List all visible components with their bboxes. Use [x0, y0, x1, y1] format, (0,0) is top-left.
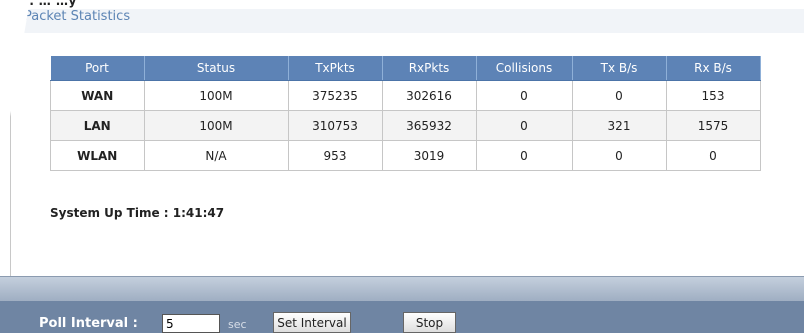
rxpkts-cell: 302616 [382, 80, 477, 111]
poll-interval-unit: sec [228, 318, 247, 331]
system-uptime: System Up Time : 1:41:47 [50, 206, 224, 220]
status-cell: 100M [144, 110, 289, 141]
rx-bps-cell: 0 [666, 140, 761, 171]
collisions-cell: 0 [476, 140, 573, 171]
status-cell: 100M [144, 80, 289, 111]
rxpkts-cell: 365932 [382, 110, 477, 141]
tx-bps-cell: 0 [572, 80, 667, 111]
port-cell: WAN [50, 80, 145, 111]
packet-statistics-page: …g… … …y Packet Statistics Port Status T… [0, 0, 804, 333]
column-header-txpkts: TxPkts [288, 56, 383, 81]
footer-separator-bar [0, 276, 804, 302]
status-cell: N/A [144, 140, 289, 171]
port-cell: LAN [50, 110, 145, 141]
rx-bps-cell: 1575 [666, 110, 761, 141]
tx-bps-cell: 0 [572, 140, 667, 171]
panel-title: Packet Statistics [24, 9, 131, 24]
column-header-rxpkts: RxPkts [382, 56, 477, 81]
tx-bps-cell: 321 [572, 110, 667, 141]
txpkts-cell: 310753 [288, 110, 383, 141]
table-row: LAN 100M 310753 365932 0 321 1575 [50, 110, 761, 141]
collisions-cell: 0 [476, 110, 573, 141]
system-uptime-value: 1:41:47 [172, 206, 225, 220]
top-caption-strip: …g… … …y [0, 0, 804, 9]
column-header-status: Status [144, 56, 289, 81]
poll-interval-input[interactable] [162, 314, 220, 333]
rxpkts-cell: 3019 [382, 140, 477, 171]
column-header-tx-bps: Tx B/s [572, 56, 667, 81]
stop-button[interactable]: Stop [403, 312, 456, 333]
table-row: WLAN N/A 953 3019 0 0 0 [50, 140, 761, 171]
column-header-rx-bps: Rx B/s [666, 56, 761, 81]
txpkts-cell: 375235 [288, 80, 383, 111]
set-interval-button[interactable]: Set Interval [273, 312, 351, 333]
column-header-collisions: Collisions [476, 56, 573, 81]
page-corner-fold [0, 0, 30, 175]
column-header-port: Port [50, 56, 145, 81]
statistics-table: Port Status TxPkts RxPkts Collisions Tx … [50, 56, 761, 171]
system-uptime-label: System Up Time : [50, 206, 169, 220]
port-cell: WLAN [50, 140, 145, 171]
poll-interval-label: Poll Interval : [39, 316, 138, 331]
rx-bps-cell: 153 [666, 80, 761, 111]
txpkts-cell: 953 [288, 140, 383, 171]
table-header-row: Port Status TxPkts RxPkts Collisions Tx … [50, 56, 761, 81]
table-row: WAN 100M 375235 302616 0 0 153 [50, 80, 761, 111]
collisions-cell: 0 [476, 80, 573, 111]
